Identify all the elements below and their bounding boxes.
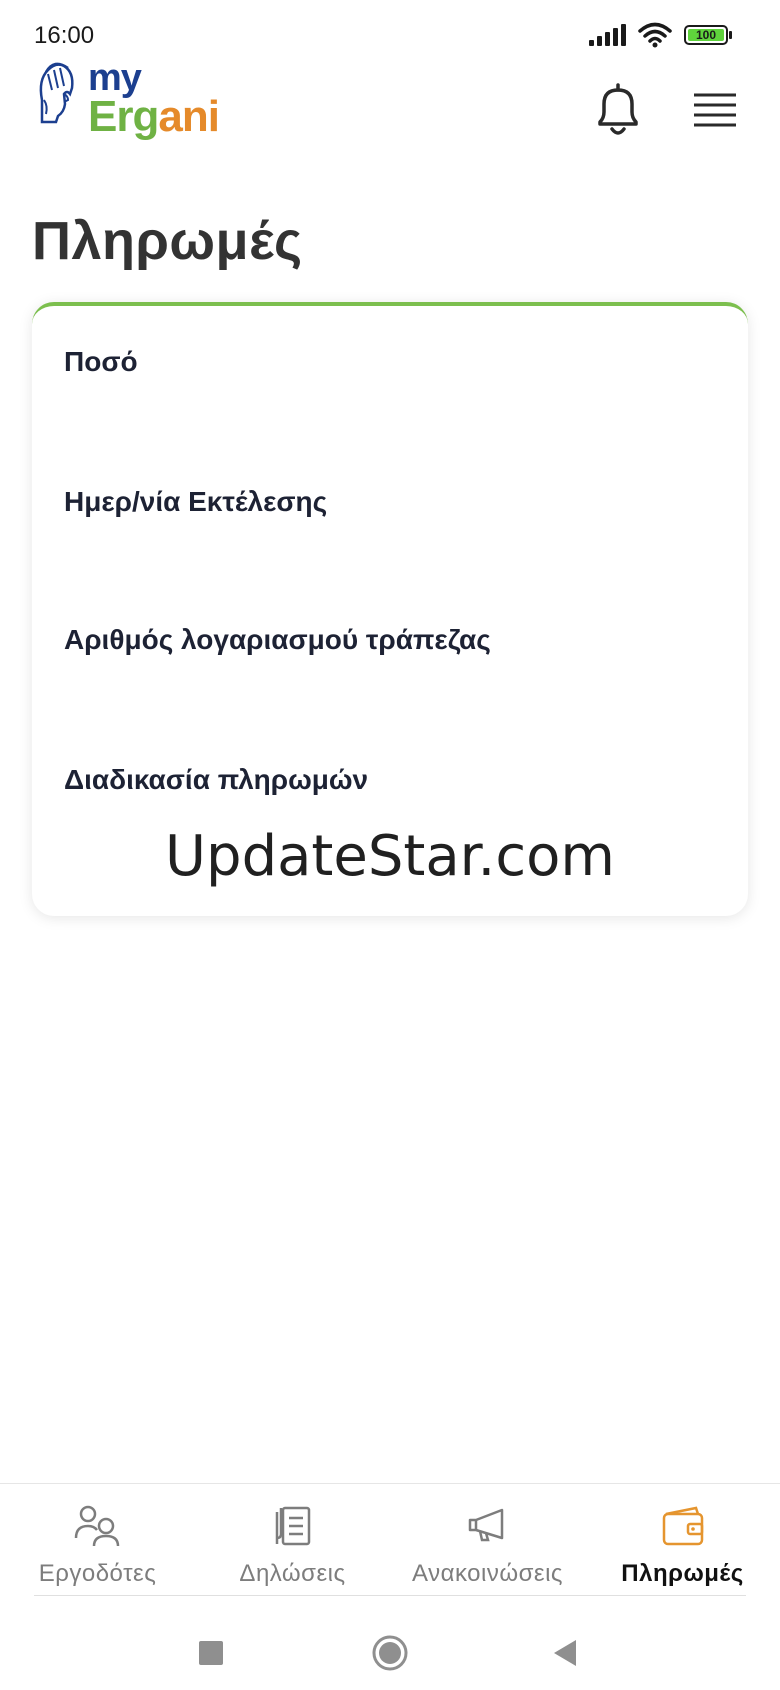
nav-label-announcements: Ανακοινώσεις xyxy=(412,1560,563,1587)
recents-square-icon[interactable] xyxy=(198,1640,224,1666)
bottom-nav: Εργοδότες Δηλώσεις Ανακοινώσεις Πληρωμές xyxy=(0,1483,780,1596)
nav-item-employers[interactable]: Εργοδότες xyxy=(0,1484,195,1596)
field-bank-account-label: Αριθμός λογαριασμού τράπεζας xyxy=(64,624,491,655)
battery-icon: 100 xyxy=(684,25,732,45)
app-header: my Ergani xyxy=(0,57,780,150)
payments-card: Ποσό Ημερ/νία Εκτέλεσης Αριθμός λογαριασ… xyxy=(32,302,748,916)
nav-label-declarations: Δηλώσεις xyxy=(239,1560,346,1587)
field-payment-process-label[interactable]: Διαδικασία πληρωμών xyxy=(64,764,368,796)
bell-icon[interactable] xyxy=(590,82,646,140)
megaphone-icon xyxy=(468,1508,503,1542)
nav-divider xyxy=(34,1595,746,1596)
system-nav xyxy=(0,1600,780,1690)
field-amount-label: Ποσό xyxy=(64,346,138,377)
hamburger-menu-icon[interactable] xyxy=(692,90,738,132)
page-title: Πληρωμές xyxy=(32,211,303,271)
users-icon xyxy=(74,1505,119,1547)
logo-ergani: Ergani xyxy=(88,92,220,142)
nav-item-payments[interactable]: Πληρωμές xyxy=(585,1484,780,1596)
nav-item-announcements[interactable]: Ανακοινώσεις xyxy=(390,1484,585,1596)
nav-label-employers: Εργοδότες xyxy=(38,1560,157,1587)
wallet-icon xyxy=(662,1506,703,1546)
watermark-text: UpdateStar.com xyxy=(165,824,615,889)
home-circle-icon[interactable] xyxy=(371,1634,409,1672)
logo-my: my xyxy=(88,57,142,99)
wifi-icon xyxy=(638,22,672,48)
back-triangle-icon[interactable] xyxy=(552,1638,578,1668)
signal-icon xyxy=(589,24,626,46)
status-bar: 16:00 100 xyxy=(0,0,780,60)
status-icons: 100 xyxy=(589,22,732,48)
battery-level: 100 xyxy=(688,29,724,41)
field-execution-date-label: Ημερ/νία Εκτέλεσης xyxy=(64,486,328,517)
helmet-logo-icon xyxy=(39,62,74,124)
nav-label-payments: Πληρωμές xyxy=(621,1560,744,1587)
nav-item-declarations[interactable]: Δηλώσεις xyxy=(195,1484,390,1596)
logo-wordmark: my Ergani xyxy=(88,57,220,142)
app-logo[interactable]: my Ergani xyxy=(34,57,220,142)
status-time: 16:00 xyxy=(34,22,95,49)
documents-icon xyxy=(275,1506,310,1546)
